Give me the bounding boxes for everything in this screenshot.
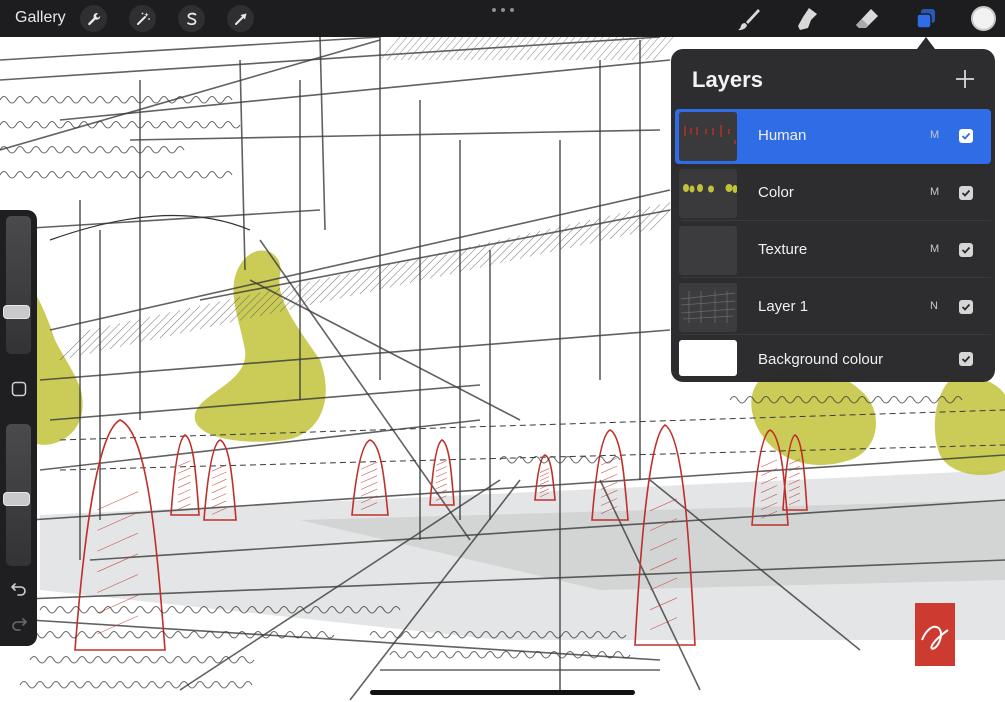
checkmark-icon xyxy=(961,189,971,197)
home-indicator xyxy=(370,690,635,695)
brush-size-slider-thumb[interactable] xyxy=(3,305,30,320)
layer-name: Background colour xyxy=(758,351,884,368)
layer-thumbnail-color xyxy=(679,169,737,218)
layer-visibility-checkbox[interactable] xyxy=(959,243,973,257)
blend-mode-button[interactable]: M xyxy=(930,129,939,141)
blend-mode-button[interactable]: M xyxy=(930,186,939,198)
brush-button[interactable] xyxy=(734,4,764,34)
modify-button[interactable] xyxy=(8,378,29,399)
selection-icon xyxy=(186,12,196,25)
smudge-icon xyxy=(798,8,817,30)
layers-button[interactable] xyxy=(911,4,941,34)
undo-icon xyxy=(10,582,26,596)
layer-thumbnail-human xyxy=(679,112,737,161)
layer-name: Human xyxy=(758,127,807,144)
square-icon xyxy=(11,381,26,396)
row-divider xyxy=(681,220,991,221)
redo-icon xyxy=(11,617,27,631)
opacity-slider-thumb[interactable] xyxy=(3,491,30,506)
signature-stamp xyxy=(915,603,955,666)
checkmark-icon xyxy=(961,246,971,254)
layer-name: Color xyxy=(758,184,794,201)
layer-name: Texture xyxy=(758,241,808,258)
eraser-button[interactable] xyxy=(852,4,882,34)
layer-visibility-checkbox[interactable] xyxy=(959,300,973,314)
transform-arrow-icon xyxy=(234,13,246,25)
top-toolbar: Gallery xyxy=(0,0,1005,37)
checkmark-icon xyxy=(961,355,971,363)
layer-name: Layer 1 xyxy=(758,298,809,315)
layer-row-human[interactable]: Human M xyxy=(675,109,991,164)
brush-size-slider[interactable] xyxy=(3,216,31,354)
panel-pointer xyxy=(917,37,935,49)
undo-button[interactable] xyxy=(8,577,29,598)
blend-mode-button[interactable]: N xyxy=(930,300,938,312)
smudge-button[interactable] xyxy=(792,4,822,34)
layer-visibility-checkbox[interactable] xyxy=(959,186,973,200)
wrench-icon xyxy=(87,12,100,25)
redo-button[interactable] xyxy=(8,612,29,633)
layers-panel: Layers Human M Color M Texture M Layer 1… xyxy=(671,49,995,382)
layers-panel-title: Layers xyxy=(692,67,763,92)
layer-row-texture[interactable]: Texture M xyxy=(675,223,991,278)
layers-icon xyxy=(916,9,935,29)
row-divider xyxy=(681,277,991,278)
checkmark-icon xyxy=(961,303,971,311)
transform-button[interactable] xyxy=(227,5,254,32)
selection-button[interactable] xyxy=(178,5,205,32)
brush-icon xyxy=(738,9,760,31)
adjustments-button[interactable] xyxy=(129,5,156,32)
opacity-slider[interactable] xyxy=(3,424,31,566)
color-picker-button[interactable] xyxy=(971,6,996,31)
blend-mode-button[interactable]: M xyxy=(930,243,939,255)
layer-visibility-checkbox[interactable] xyxy=(959,129,973,143)
layer-row-background-colour[interactable]: Background colour xyxy=(675,332,991,382)
floor-shading xyxy=(40,470,1005,640)
checkmark-icon xyxy=(961,132,971,140)
eraser-icon xyxy=(856,9,878,28)
layer-thumbnail-background xyxy=(679,340,737,376)
layer-thumbnail-layer-1 xyxy=(679,283,737,332)
gallery-button[interactable]: Gallery xyxy=(15,9,66,27)
layer-row-color[interactable]: Color M xyxy=(675,166,991,221)
actions-button[interactable] xyxy=(80,5,107,32)
more-options-icon[interactable] xyxy=(492,6,514,14)
ceiling-hatching xyxy=(59,36,681,361)
plus-icon[interactable] xyxy=(953,67,977,91)
layer-thumbnail-texture xyxy=(679,226,737,275)
magic-wand-icon xyxy=(136,12,150,25)
layer-row-layer-1[interactable]: Layer 1 N xyxy=(675,280,991,335)
layer-visibility-checkbox[interactable] xyxy=(959,352,973,366)
left-sidebar xyxy=(0,210,37,646)
